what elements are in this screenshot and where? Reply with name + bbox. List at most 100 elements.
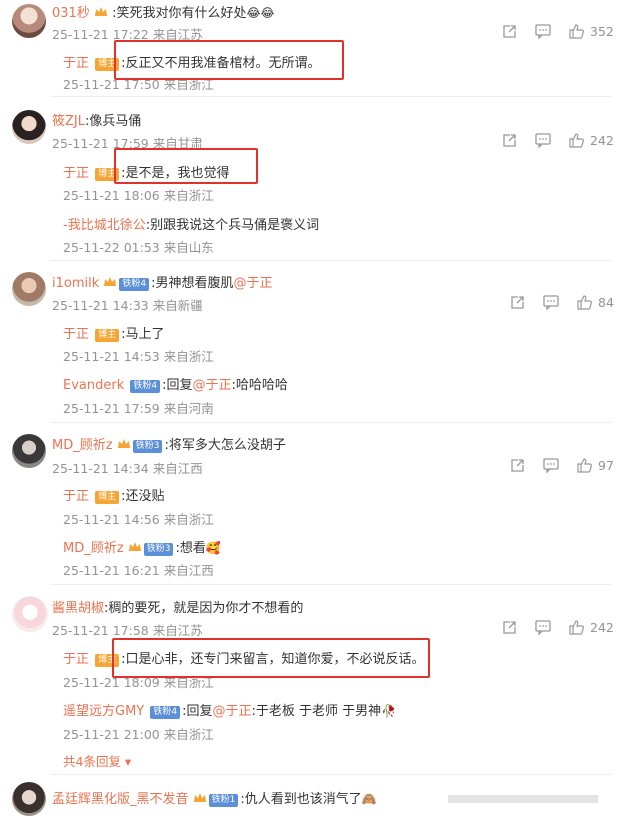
like-button[interactable]: 242 (569, 620, 614, 635)
emoji: 😂😂 (246, 6, 275, 20)
user-name[interactable]: MD_顾祈z (52, 438, 113, 453)
like-button[interactable]: 84 (577, 295, 614, 310)
crown-icon (128, 541, 142, 553)
watermark (448, 795, 598, 803)
comment-time: 25-11-21 14:34 来自江西 (52, 461, 203, 476)
emoji: 🙈 (361, 792, 377, 806)
comment-actions: 352 (502, 24, 614, 39)
comment-actions: 97 (510, 458, 614, 473)
mention-link[interactable]: @于正 (213, 704, 252, 719)
reply-user[interactable]: 遥望远方GMY (63, 704, 144, 719)
avatar[interactable] (12, 272, 46, 306)
reply-prefix: :回复 (162, 378, 193, 393)
divider (50, 774, 612, 775)
comment-time: 25-11-21 17:58 来自江苏 (52, 623, 203, 638)
comment-icon[interactable] (543, 458, 559, 473)
reply-user[interactable]: 于正 (63, 489, 89, 504)
fan-badge: 铁粉4 (150, 706, 181, 719)
like-count: 352 (590, 24, 614, 39)
fan-badge: 铁粉4 (130, 380, 161, 393)
share-icon[interactable] (502, 620, 517, 635)
reply-user[interactable]: Evanderk (63, 378, 124, 393)
reply-time: 25-11-21 17:59 来自河南 (63, 401, 214, 416)
comment-header: MD_顾祈z 铁粉3:将军多大怎么没胡子 (52, 434, 286, 453)
reply-user[interactable]: MD_顾祈z (63, 541, 124, 556)
reply-user[interactable]: -我比城北徐公 (63, 218, 146, 233)
reply-user[interactable]: 于正 (63, 327, 89, 342)
share-icon[interactable] (510, 295, 525, 310)
reply-text: :马上了 (121, 327, 165, 342)
like-button[interactable]: 97 (577, 458, 614, 473)
more-replies-link[interactable]: 共4条回复 ▾ (63, 751, 131, 770)
reply-time: 25-11-21 16:21 来自江西 (63, 563, 214, 578)
emoji: 🥰 (205, 541, 221, 555)
reply-time: 25-11-21 14:53 来自浙江 (63, 349, 214, 364)
user-name[interactable]: i1omilk (52, 276, 99, 291)
like-count: 97 (598, 458, 614, 473)
like-icon (577, 295, 592, 310)
comment-text: :男神想看腹肌 (151, 276, 234, 291)
highlight-box (112, 638, 430, 678)
reply: Evanderk 铁粉4:回复@于正:哈哈哈哈 (63, 374, 288, 393)
reply: 遥望远方GMY 铁粉4:回复@于正:于老板 于老师 于男神🥀 (63, 700, 396, 719)
user-name[interactable]: 筱ZJL (52, 114, 85, 129)
avatar[interactable] (12, 4, 46, 38)
avatar[interactable] (12, 596, 48, 632)
reply: 于正 博主:还没贴 (63, 485, 165, 504)
comment-icon[interactable] (535, 620, 551, 635)
comment-icon[interactable] (543, 295, 559, 310)
like-icon (577, 458, 592, 473)
emoji: 🥀 (381, 704, 397, 718)
share-icon[interactable] (510, 458, 525, 473)
like-button[interactable]: 352 (569, 24, 614, 39)
comment-text: :稠的要死，就是因为你才不想看的 (104, 601, 304, 616)
comment-actions: 84 (510, 295, 614, 310)
avatar[interactable] (12, 782, 46, 816)
like-button[interactable]: 242 (569, 133, 614, 148)
reply-user[interactable]: 于正 (63, 652, 89, 667)
divider (50, 584, 612, 585)
reply-text: :别跟我说这个兵马俑是褒义词 (145, 218, 320, 233)
like-icon (569, 620, 584, 635)
avatar[interactable] (12, 434, 46, 468)
reply-time: 25-11-22 01:53 来自山东 (63, 240, 214, 255)
crown-icon (117, 438, 131, 450)
reply: 于正 博主:马上了 (63, 323, 165, 342)
fan-badge: 铁粉1 (208, 794, 239, 807)
comment-icon[interactable] (535, 133, 551, 148)
divider (50, 96, 612, 97)
crown-icon (94, 6, 108, 18)
comment-header: i1omilk 铁粉4:男神想看腹肌@于正 (52, 272, 273, 291)
comment-actions: 242 (502, 133, 614, 148)
user-name[interactable]: 酱黑胡椒 (52, 601, 104, 616)
author-badge: 博主 (95, 329, 120, 342)
reply-user[interactable]: 于正 (63, 166, 89, 181)
like-icon (569, 24, 584, 39)
highlight-box (114, 40, 344, 80)
user-name[interactable]: 031秒 (52, 6, 90, 21)
reply-text: :于老板 于老师 于男神 (251, 704, 382, 719)
comment-time: 25-11-21 14:33 来自新疆 (52, 298, 203, 313)
like-icon (569, 133, 584, 148)
reply-time: 25-11-21 14:56 来自浙江 (63, 512, 214, 527)
comment-text: :像兵马俑 (84, 114, 142, 129)
divider (50, 260, 612, 261)
mention-link[interactable]: @于正 (234, 276, 273, 291)
reply-user[interactable]: 于正 (63, 56, 89, 71)
like-count: 242 (590, 620, 614, 635)
mention-link[interactable]: @于正 (193, 378, 232, 393)
divider (50, 422, 612, 423)
comment-header: 孟廷辉黑化版_黑不发音 铁粉1:仇人看到也该消气了🙈 (52, 788, 377, 807)
like-count: 242 (590, 133, 614, 148)
share-icon[interactable] (502, 24, 517, 39)
reply-time: 25-11-21 18:06 来自浙江 (63, 188, 214, 203)
comment-header: 031秒 :笑死我对你有什么好处😂😂 (52, 2, 275, 21)
avatar[interactable] (12, 110, 46, 144)
comment-text: :将军多大怎么没胡子 (164, 438, 286, 453)
share-icon[interactable] (502, 133, 517, 148)
fan-badge: 铁粉4 (119, 278, 150, 291)
comment-icon[interactable] (535, 24, 551, 39)
comment-header: 筱ZJL:像兵马俑 (52, 110, 141, 129)
fan-badge: 铁粉3 (143, 543, 174, 556)
user-name[interactable]: 孟廷辉黑化版_黑不发音 (52, 792, 189, 807)
